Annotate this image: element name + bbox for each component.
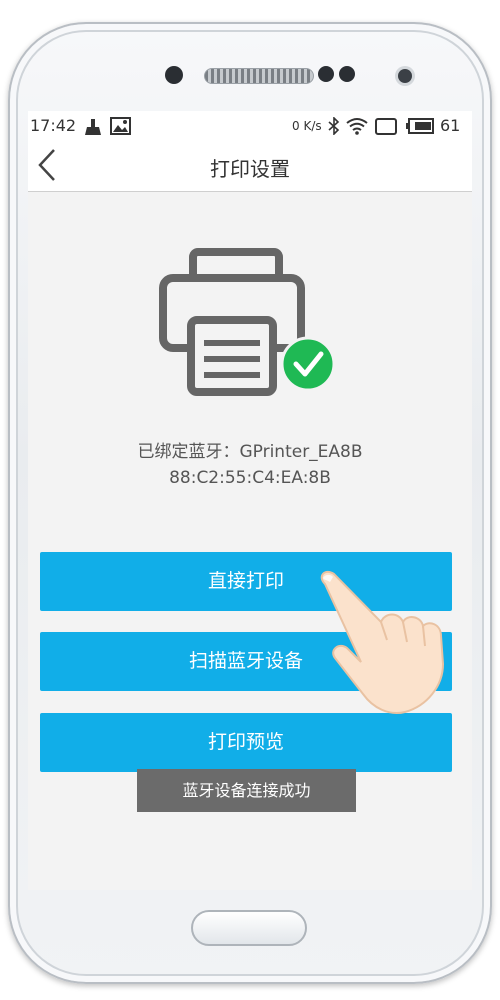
- home-button[interactable]: [191, 910, 307, 946]
- screen-icon: [375, 118, 397, 135]
- page-title: 打印设置: [210, 157, 290, 181]
- print-preview-button[interactable]: 打印预览: [40, 713, 452, 772]
- bluetooth-icon: [328, 117, 340, 135]
- broom-icon: [85, 119, 101, 135]
- check-circle-icon: [280, 336, 336, 392]
- bound-bluetooth-text: 已绑定蓝牙：GPrinter_EA8B: [137, 442, 363, 462]
- image-icon: [110, 117, 131, 135]
- pointing-hand-icon: [320, 570, 445, 714]
- status-time: 17:42: [30, 116, 77, 135]
- toast-message: 蓝牙设备连接成功: [137, 769, 356, 812]
- mac-address: 88:C2:55:C4:EA:8B: [169, 468, 331, 488]
- title-bar: 打印设置: [28, 141, 472, 192]
- screen: 17:42 0 K/s 61 打印设置 已绑定蓝牙：GPrinter_EA8B …: [28, 111, 472, 890]
- wifi-icon: [346, 118, 368, 135]
- status-bar: 17:42 0 K/s 61: [28, 111, 472, 141]
- battery-level: 61: [440, 116, 461, 135]
- proximity-sensor: [318, 66, 334, 82]
- net-speed: 0 K/s: [292, 119, 322, 133]
- light-sensor: [339, 66, 355, 82]
- front-camera: [398, 69, 412, 83]
- battery-icon: [406, 118, 434, 134]
- front-sensor: [165, 66, 183, 84]
- earpiece-speaker: [204, 68, 314, 84]
- printer-icon: [159, 248, 336, 396]
